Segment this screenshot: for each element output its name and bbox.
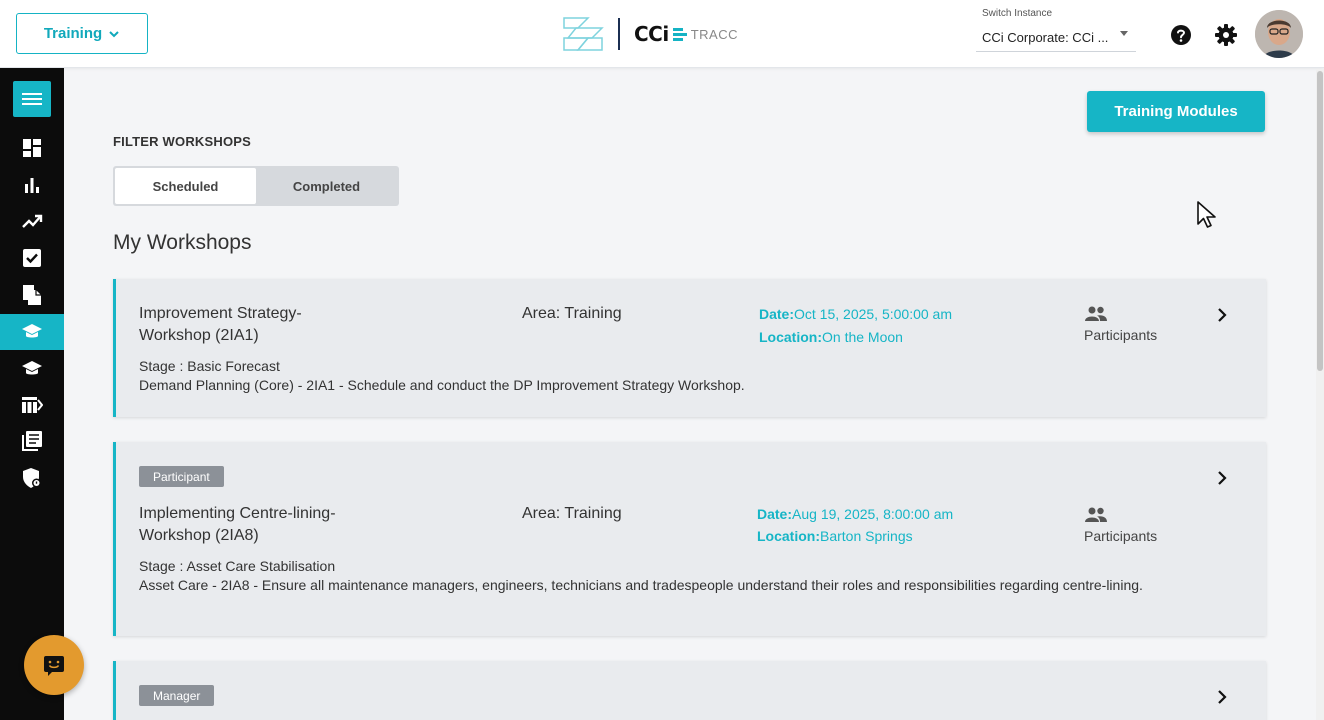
filter-scheduled[interactable]: Scheduled — [115, 168, 256, 204]
instance-label: Switch Instance — [982, 8, 1053, 19]
workshop-area: Area: Training — [522, 505, 622, 522]
gear-icon[interactable] — [1214, 23, 1238, 47]
trending-up-icon — [22, 214, 43, 228]
chevron-right-icon[interactable] — [1212, 468, 1232, 488]
sidebar-item-board[interactable] — [0, 387, 64, 423]
caret-down-icon — [1120, 31, 1128, 36]
role-badge: Participant — [139, 466, 224, 487]
training-modules-button[interactable]: Training Modules — [1087, 91, 1265, 132]
location-value: On the Moon — [822, 329, 903, 345]
logo-subtext: TRACC — [690, 26, 738, 42]
workshop-stage: Stage : Basic Forecast — [139, 358, 280, 374]
people-icon — [1085, 507, 1107, 522]
location-label: Location: — [759, 329, 822, 345]
library-icon — [22, 431, 42, 451]
module-switcher-button[interactable]: Training — [16, 13, 148, 54]
sidebar-item-tasks[interactable] — [0, 240, 64, 276]
filter-title: FILTER WORKSHOPS — [113, 134, 252, 149]
hamburger-icon — [22, 93, 42, 105]
sidebar-item-trends[interactable] — [0, 203, 64, 239]
date-value: Oct 15, 2025, 5:00:00 am — [794, 306, 953, 322]
date-value: Aug 19, 2025, 8:00:00 am — [792, 506, 954, 522]
location-value: Barton Springs — [820, 528, 913, 544]
workshop-date: Date:Oct 15, 2025, 5:00:00 am — [759, 306, 952, 322]
app-logo: CCi TRACC — [562, 16, 738, 52]
workshop-location: Location:Barton Springs — [757, 528, 913, 544]
bar-chart-icon — [25, 178, 39, 193]
avatar-photo-icon — [1255, 10, 1303, 58]
workshop-area: Area: Training — [522, 305, 622, 322]
date-label: Date: — [757, 506, 793, 522]
logo-mark-icon — [563, 17, 604, 51]
table-arrow-icon — [22, 397, 43, 413]
workshop-stage: Stage : Asset Care Stabilisation — [139, 558, 336, 574]
participants-label: Participants — [1084, 327, 1158, 343]
sidebar-item-training[interactable] — [0, 314, 64, 350]
sidebar-nav — [0, 68, 84, 720]
graduation-cap-icon — [22, 324, 42, 338]
participants-label: Participants — [1084, 528, 1158, 544]
school-icon — [22, 361, 42, 375]
logo-divider — [618, 18, 620, 50]
module-switcher-label: Training — [43, 25, 103, 42]
chevron-right-icon[interactable] — [1212, 687, 1232, 707]
role-badge: Manager — [139, 685, 215, 706]
user-avatar[interactable] — [1255, 10, 1303, 58]
workshop-location: Location:On the Moon — [759, 329, 903, 345]
participants-link[interactable]: Participants — [1084, 305, 1164, 343]
sidebar-item-reports[interactable] — [0, 167, 64, 203]
workshop-date: Date:Aug 19, 2025, 8:00:00 am — [757, 506, 953, 522]
top-header: Training CCi TRACC Switch Instance CCi C… — [0, 0, 1324, 68]
workshop-title: Improvement Strategy-Workshop (2IA1) — [139, 305, 302, 344]
workshop-description: Demand Planning (Core) - 2IA1 - Schedule… — [139, 377, 745, 393]
filter-completed[interactable]: Completed — [256, 168, 397, 204]
people-icon — [1085, 306, 1107, 321]
chevron-down-icon — [109, 30, 119, 37]
scrollbar-thumb[interactable] — [1317, 71, 1323, 371]
participants-link[interactable]: Participants — [1084, 506, 1164, 544]
page-scrollbar[interactable] — [1316, 69, 1324, 720]
sidebar-item-learning[interactable] — [0, 351, 64, 387]
dashboard-icon — [23, 139, 41, 157]
workshop-description: Asset Care - 2IA8 - Ensure all maintenan… — [139, 577, 1143, 593]
instance-value: CCi Corporate: CCi ... — [982, 30, 1109, 45]
sidebar-item-dashboard[interactable] — [0, 130, 64, 166]
logo-text: CCi — [634, 22, 669, 46]
mouse-cursor-icon — [1197, 201, 1216, 228]
sidebar-item-documents[interactable] — [0, 277, 64, 313]
instance-select[interactable]: CCi Corporate: CCi ... — [976, 24, 1136, 52]
instance-switcher: Switch Instance CCi Corporate: CCi ... — [976, 8, 1136, 52]
filter-toggle: Scheduled Completed — [113, 166, 399, 206]
shield-icon — [23, 468, 41, 488]
location-label: Location: — [757, 528, 820, 544]
sidebar-item-library[interactable] — [0, 423, 64, 459]
workshop-card[interactable]: Participant Implementing Centre-lining-W… — [113, 442, 1266, 636]
documents-icon — [23, 285, 41, 305]
checkbox-icon — [23, 249, 41, 267]
workshop-title: Implementing Centre-lining-Workshop (2IA… — [139, 505, 336, 544]
section-title: My Workshops — [113, 231, 252, 254]
help-icon[interactable] — [1169, 23, 1193, 47]
logo-bars-icon — [672, 27, 687, 41]
main-content: Training Modules FILTER WORKSHOPS Schedu… — [64, 69, 1316, 720]
menu-toggle-button[interactable] — [13, 81, 51, 117]
chat-smile-icon — [44, 656, 64, 676]
chevron-right-icon[interactable] — [1212, 305, 1232, 325]
sidebar-item-security[interactable] — [0, 460, 64, 496]
workshop-card[interactable]: Manager — [113, 661, 1266, 720]
workshop-card[interactable]: Improvement Strategy-Workshop (2IA1) Are… — [113, 279, 1266, 417]
date-label: Date: — [759, 306, 795, 322]
